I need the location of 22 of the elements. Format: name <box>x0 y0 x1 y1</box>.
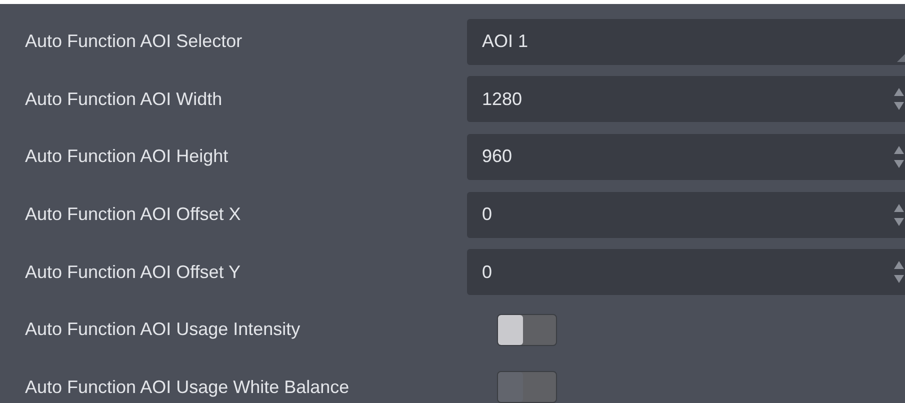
number-field[interactable]: 1280 <box>467 76 905 122</box>
down-arrow-icon[interactable] <box>894 275 904 284</box>
toggle-switch[interactable] <box>497 314 557 346</box>
down-arrow-icon[interactable] <box>894 160 904 168</box>
property-label: Auto Function AOI Height <box>24 145 230 168</box>
down-arrow-icon[interactable] <box>894 102 904 110</box>
number-field[interactable]: 0 <box>467 192 905 238</box>
down-arrow-icon[interactable] <box>894 218 904 226</box>
property-label: Auto Function AOI Usage White Balance <box>24 376 350 399</box>
up-arrow-icon[interactable] <box>894 146 904 154</box>
dropdown-field[interactable]: AOI 1 <box>467 18 905 65</box>
up-arrow-icon[interactable] <box>894 88 904 96</box>
property-label: Auto Function AOI Offset Y <box>24 260 242 284</box>
property-label: Auto Function AOI Offset X <box>24 203 242 226</box>
property-label: Auto Function AOI Width <box>24 88 224 111</box>
up-arrow-icon[interactable] <box>894 261 904 270</box>
number-field[interactable]: 0 <box>467 249 905 296</box>
property-label: Auto Function AOI Selector <box>24 30 244 54</box>
corner-triangle-icon <box>897 54 905 62</box>
property-label: Auto Function AOI Usage Intensity <box>24 318 302 342</box>
number-field[interactable]: 960 <box>467 134 905 180</box>
up-arrow-icon[interactable] <box>894 204 904 212</box>
